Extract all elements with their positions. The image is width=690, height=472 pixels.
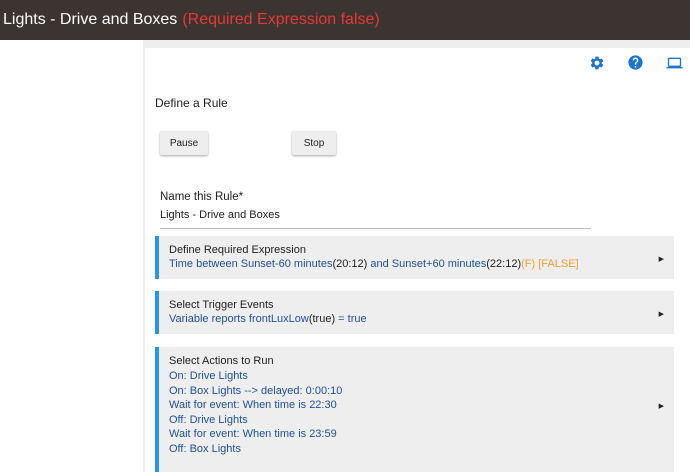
page-title: Define a Rule bbox=[155, 96, 228, 110]
required-expression-summary: Time between Sunset-60 minutes(20:12) an… bbox=[169, 257, 674, 272]
main-panel: Define a Rule Pause Stop Name this Rule*… bbox=[145, 48, 690, 472]
trigger-events-title: Select Trigger Events bbox=[169, 299, 274, 311]
action-item: Wait for event: When time is 23:59 bbox=[169, 428, 337, 440]
title-bar: Lights - Drive and Boxes (Required Expre… bbox=[0, 0, 690, 40]
app-title: Lights - Drive and Boxes bbox=[3, 11, 178, 28]
help-icon[interactable] bbox=[627, 54, 644, 71]
expression-time-end: (22:12) bbox=[486, 258, 522, 270]
trigger-events-summary: Variable reports frontLuxLow(true) = tru… bbox=[169, 312, 674, 327]
actions-section[interactable]: Select Actions to Run On: Drive Lights O… bbox=[155, 347, 674, 472]
expand-arrow-icon[interactable]: ▶ bbox=[659, 402, 664, 410]
action-item: Off: Drive Lights bbox=[169, 413, 248, 426]
action-item: On: Drive Lights bbox=[169, 370, 248, 382]
actions-title: Select Actions to Run bbox=[169, 355, 274, 367]
expression-result: [FALSE] bbox=[535, 258, 579, 270]
gear-icon[interactable] bbox=[589, 55, 605, 71]
trigger-state: (true) bbox=[308, 313, 336, 325]
action-item: On: Box Lights --> delayed: 0:00:10 bbox=[169, 384, 343, 397]
trigger-condition: Variable reports frontLuxLow bbox=[169, 313, 309, 325]
rule-name-input[interactable]: Lights - Drive and Boxes bbox=[160, 209, 591, 229]
laptop-icon[interactable] bbox=[666, 55, 683, 71]
action-item: Wait for event: When time is 22:30 bbox=[169, 399, 337, 411]
required-expression-section[interactable]: Define Required Expression Time between … bbox=[155, 236, 674, 279]
trigger-comparison: = true bbox=[335, 313, 367, 325]
expression-time-start: (20:12) bbox=[332, 258, 368, 270]
action-item: Off: Box Lights bbox=[169, 442, 241, 455]
pause-button[interactable]: Pause bbox=[160, 131, 208, 155]
trigger-events-section[interactable]: Select Trigger Events Variable reports f… bbox=[155, 291, 674, 334]
sidebar bbox=[0, 40, 143, 472]
expand-arrow-icon[interactable]: ▶ bbox=[659, 255, 664, 263]
stop-button[interactable]: Stop bbox=[292, 131, 336, 155]
rule-name-label: Name this Rule* bbox=[160, 191, 244, 203]
required-expression-title: Define Required Expression bbox=[169, 244, 306, 256]
expression-condition-end: and Sunset+60 minutes bbox=[367, 258, 487, 270]
expression-flag: (F) bbox=[521, 258, 536, 270]
expression-condition-start: Time between Sunset-60 minutes bbox=[169, 258, 333, 270]
rule-name-field[interactable]: Name this Rule* Lights - Drive and Boxes bbox=[160, 191, 591, 229]
expand-arrow-icon[interactable]: ▶ bbox=[659, 310, 664, 318]
required-expression-status: (Required Expression false) bbox=[182, 11, 380, 28]
